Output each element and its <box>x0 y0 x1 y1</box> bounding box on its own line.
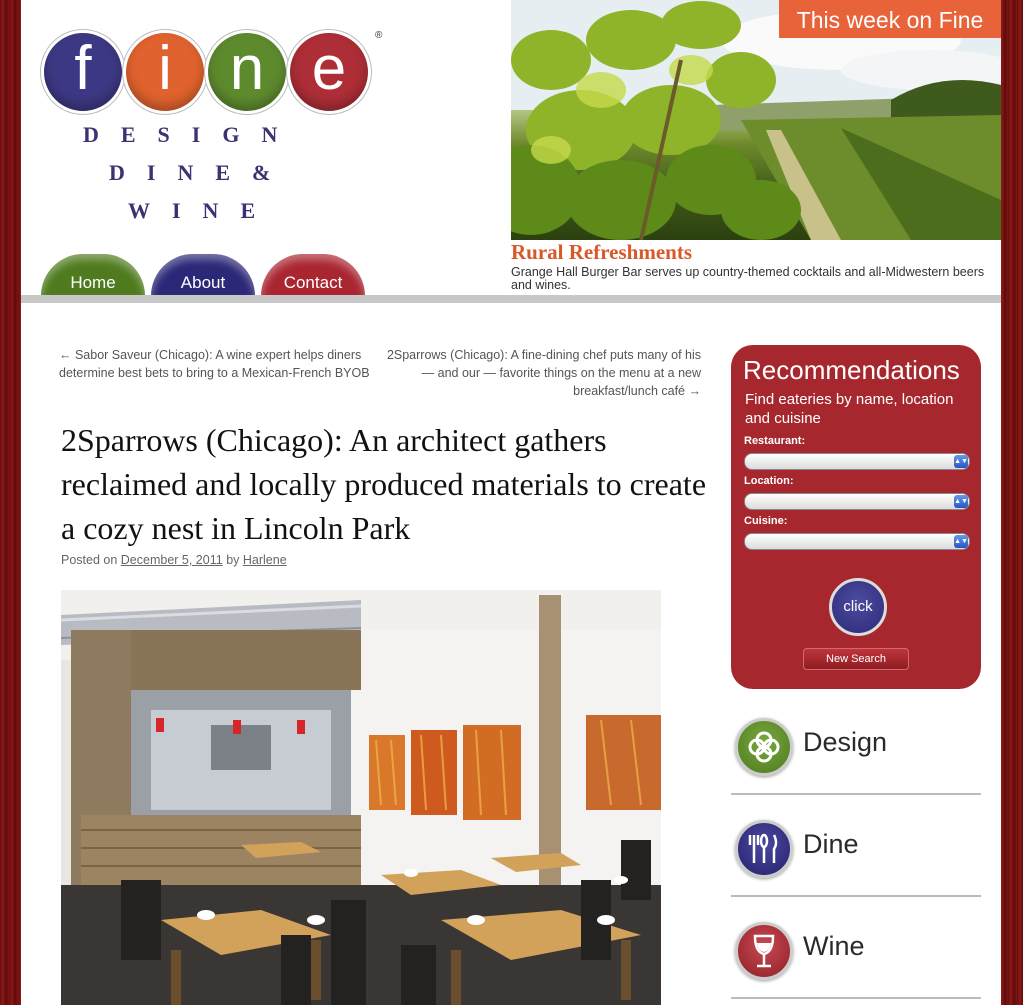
logo-letter-e: e <box>287 30 371 114</box>
next-post-link[interactable]: 2Sparrows (Chicago): A fine-dining chef … <box>381 346 701 400</box>
location-select[interactable]: ▲▼ <box>744 493 970 510</box>
click-search-button[interactable]: click <box>829 578 887 636</box>
wine-glass-icon <box>735 922 793 980</box>
restaurant-select[interactable]: ▲▼ <box>744 453 970 470</box>
logo-letter-n: n <box>205 30 289 114</box>
category-wine[interactable]: Wine <box>731 922 981 999</box>
site-logo[interactable]: f i n e ® DESIGN DINE& WINE <box>41 30 382 250</box>
select-arrows-icon: ▲▼ <box>954 535 968 548</box>
new-search-button[interactable]: New Search <box>803 648 909 670</box>
utensils-icon <box>735 820 793 878</box>
page: f i n e ® DESIGN DINE& WINE Home About C… <box>21 0 1001 1005</box>
header-divider <box>21 295 1001 303</box>
cuisine-label: Cuisine: <box>744 515 788 527</box>
tagline-wine: WINE <box>128 198 278 223</box>
tagline-dine: DINE& <box>109 160 293 185</box>
restaurant-interior-photo <box>61 590 661 1005</box>
select-arrows-icon: ▲▼ <box>954 455 968 468</box>
nav-home[interactable]: Home <box>41 254 145 296</box>
this-week-badge: This week on Fine <box>779 0 1001 38</box>
cuisine-select[interactable]: ▲▼ <box>744 533 970 550</box>
tagline-design: DESIGN <box>83 122 300 147</box>
author-link[interactable]: Harlene <box>243 553 287 567</box>
featured-text: Grange Hall Burger Bar serves up country… <box>511 265 985 292</box>
registered-mark: ® <box>375 30 383 41</box>
post-meta: Posted on December 5, 2011 by Harlene <box>61 553 287 567</box>
category-design-label: Design <box>803 727 888 757</box>
category-dine[interactable]: Dine <box>731 820 981 897</box>
recommendations-title: Recommendations <box>743 355 960 385</box>
location-label: Location: <box>744 475 794 487</box>
recommendations-subtitle: Find eateries by name, location and cuis… <box>745 391 954 427</box>
logo-letter-f: f <box>41 30 125 114</box>
logo-letter-i: i <box>123 30 207 114</box>
nav-contact[interactable]: Contact <box>261 254 365 296</box>
post-date-link[interactable]: December 5, 2011 <box>121 553 223 567</box>
category-wine-label: Wine <box>803 931 865 961</box>
nav-about[interactable]: About <box>151 254 255 296</box>
select-arrows-icon: ▲▼ <box>954 495 968 508</box>
recommendations-widget: Recommendations Find eateries by name, l… <box>731 345 981 689</box>
featured-title[interactable]: Rural Refreshments <box>511 240 692 265</box>
previous-post-link[interactable]: ← Sabor Saveur (Chicago): A wine expert … <box>59 346 374 382</box>
category-design[interactable]: Design <box>731 718 981 795</box>
category-dine-label: Dine <box>803 829 859 859</box>
flower-icon <box>735 718 793 776</box>
by-label: by <box>226 553 240 567</box>
post-title: 2Sparrows (Chicago): An architect gather… <box>61 422 707 546</box>
vineyard-photo[interactable]: This week on Fine <box>511 0 1001 240</box>
restaurant-label: Restaurant: <box>744 435 806 447</box>
posted-on-label: Posted on <box>61 553 118 567</box>
featured-story[interactable]: This week on Fine Rural Refreshments Gra… <box>511 0 1001 295</box>
